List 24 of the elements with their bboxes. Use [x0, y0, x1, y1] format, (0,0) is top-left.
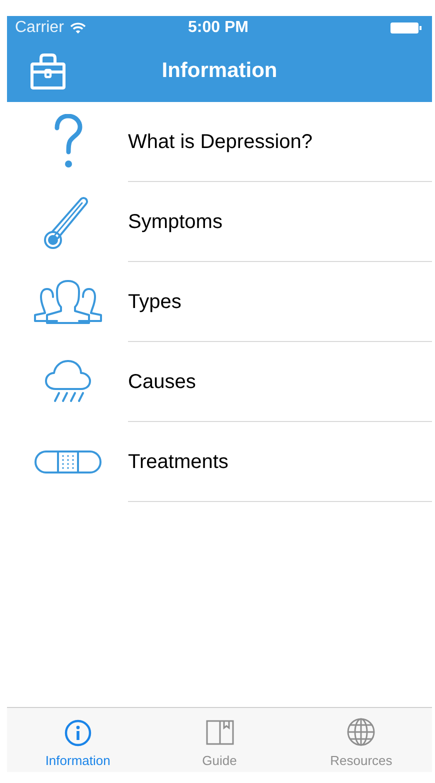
menu-item[interactable]: Treatments	[7, 422, 432, 502]
globe-icon	[346, 716, 376, 746]
menu-item[interactable]: What is Depression?	[7, 102, 432, 182]
menu-item[interactable]: Symptoms	[7, 182, 432, 262]
screen-title: Information	[162, 58, 278, 84]
item-label: Symptoms	[128, 210, 222, 234]
menu-item[interactable]: Types	[7, 262, 432, 342]
item-label: Treatments	[128, 450, 228, 474]
clock-time: 5:00 PM	[188, 18, 248, 38]
battery-icon	[390, 22, 422, 34]
item-label: Causes	[128, 370, 196, 394]
wifi-icon	[70, 22, 86, 34]
bandage-icon	[34, 450, 102, 474]
book-icon	[204, 718, 234, 746]
info-icon	[64, 718, 92, 746]
item-label: What is Depression?	[128, 130, 313, 154]
people-icon	[32, 279, 102, 325]
tab[interactable]: Information	[7, 708, 149, 772]
carrier-label: Carrier	[15, 18, 64, 38]
question-mark-icon	[52, 114, 82, 170]
rain-cloud-icon	[44, 359, 92, 405]
toolbox-icon[interactable]	[29, 52, 67, 90]
menu-item[interactable]: Causes	[7, 342, 432, 422]
item-label: Types	[128, 290, 182, 314]
